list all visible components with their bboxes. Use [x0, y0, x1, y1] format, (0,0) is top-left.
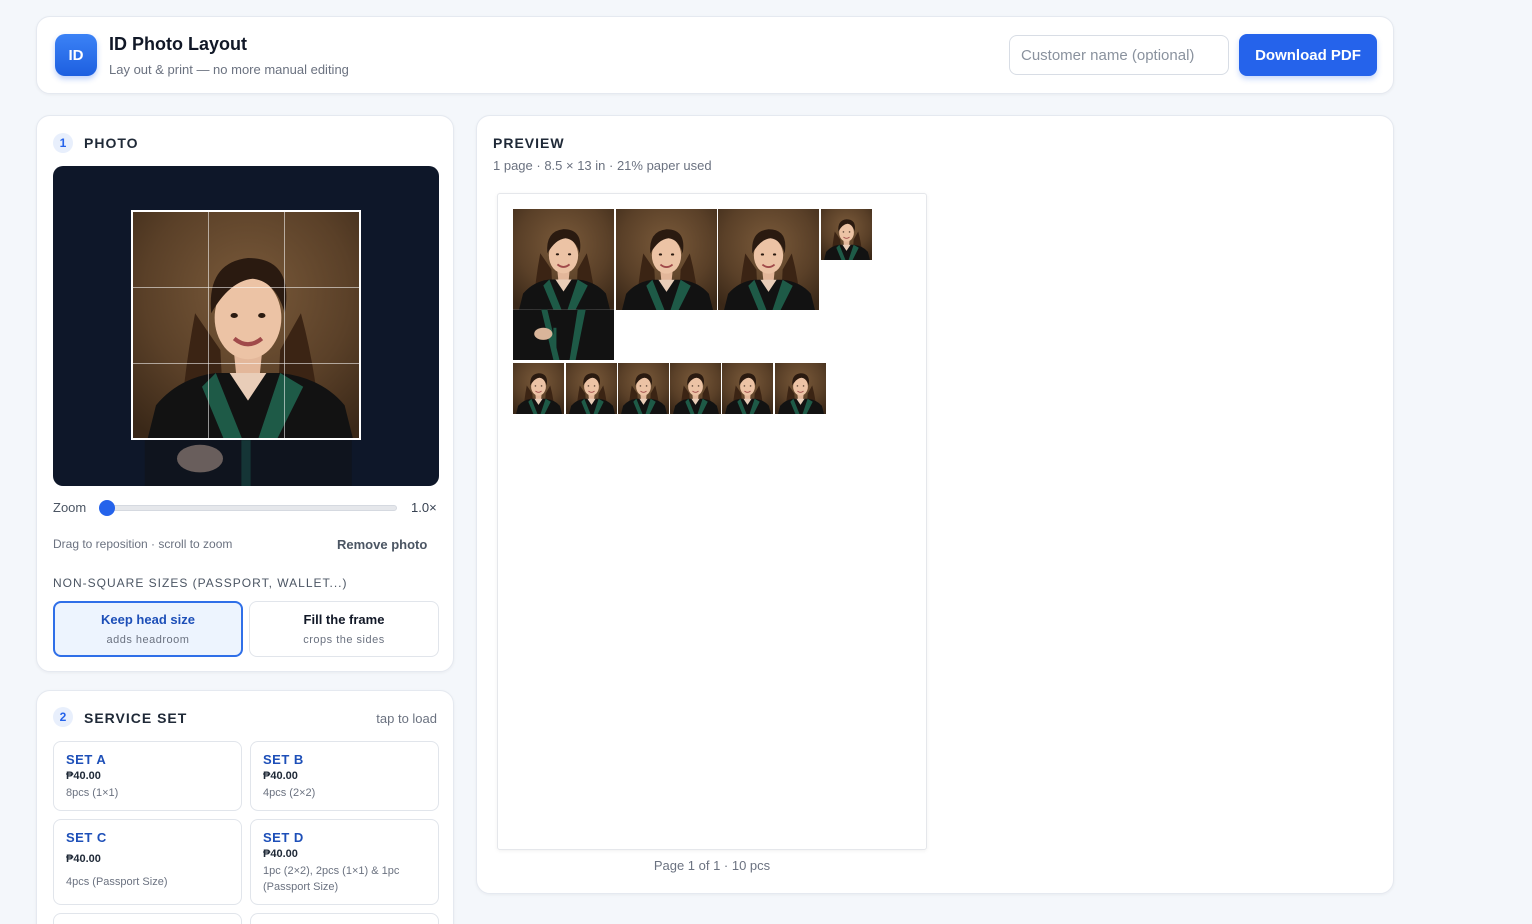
set-a-card[interactable]: SET A ₱40.00 8pcs (1×1) [53, 741, 242, 811]
section-number-badge: 1 [53, 133, 73, 153]
app-logo: ID [55, 34, 97, 76]
graduation-portrait-icon [133, 212, 359, 438]
photo-1x1 [722, 363, 773, 414]
option-subtitle: crops the sides [303, 634, 385, 646]
photo-editor-canvas[interactable] [53, 166, 439, 486]
photo-1x1 [513, 363, 564, 414]
set-c-card[interactable]: SET C ₱40.00 4pcs (Passport Size) [53, 819, 242, 905]
grid-line-vertical [208, 212, 209, 438]
app-subtitle: Lay out & print — no more manual editing [109, 62, 349, 77]
reposition-hint: Drag to reposition · scroll to zoom [53, 537, 233, 551]
set-description: 8pcs (1×1) [66, 787, 119, 799]
set-card[interactable] [250, 913, 439, 924]
crop-frame[interactable] [131, 210, 361, 440]
zoom-value: 1.0× [411, 500, 437, 515]
set-description: 4pcs (2×2) [263, 787, 316, 799]
photo-1x1 [821, 209, 872, 260]
photo-panel: 1 PHOTO Zoom 1.0× Drag to reposition · s… [36, 115, 454, 672]
tap-to-load-hint: tap to load [376, 711, 437, 726]
set-price: ₱40.00 [263, 770, 298, 782]
grid-line-horizontal [133, 287, 359, 288]
set-card[interactable] [53, 913, 242, 924]
customer-name-input[interactable] [1009, 35, 1229, 75]
photo-1x1 [618, 363, 669, 414]
preview-meta: 1 page · 8.5 × 13 in · 21% paper used [493, 158, 712, 173]
preview-title: PREVIEW [493, 135, 565, 151]
set-name: SET B [263, 752, 304, 767]
section-title: SERVICE SET [84, 710, 188, 726]
option-title: Fill the frame [303, 612, 385, 627]
keep-head-size-option[interactable]: Keep head size adds headroom [53, 601, 243, 657]
download-pdf-button[interactable]: Download PDF [1239, 34, 1377, 76]
page-caption: Page 1 of 1 · 10 pcs [653, 858, 771, 873]
set-description: 1pc (2×2), 2pcs (1×1) & 1pc (Passport Si… [263, 865, 400, 893]
section-number-badge: 2 [53, 707, 73, 727]
app-header: ID ID Photo Layout Lay out & print — no … [36, 16, 1394, 94]
set-name: SET A [66, 752, 107, 767]
zoom-slider-thumb[interactable] [99, 500, 115, 516]
set-price: ₱40.00 [263, 848, 298, 860]
nonsquare-heading: NON-SQUARE SIZES (PASSPORT, WALLET...) [53, 576, 348, 590]
preview-panel: PREVIEW 1 page · 8.5 × 13 in · 21% paper… [476, 115, 1394, 894]
app-title: ID Photo Layout [109, 34, 247, 54]
set-description: 4pcs (Passport Size) [66, 876, 168, 888]
photo-1x1 [670, 363, 721, 414]
option-title: Keep head size [101, 612, 195, 627]
set-price: ₱40.00 [66, 770, 101, 782]
set-price: ₱40.00 [66, 853, 101, 865]
zoom-label: Zoom [53, 500, 87, 515]
photo-1x1 [566, 363, 617, 414]
zoom-slider-track[interactable] [107, 505, 397, 511]
section-title: PHOTO [84, 135, 139, 151]
passport-photo [513, 209, 614, 360]
set-b-card[interactable]: SET B ₱40.00 4pcs (2×2) [250, 741, 439, 811]
set-name: SET D [263, 830, 304, 845]
remove-photo-button[interactable]: Remove photo [337, 537, 427, 552]
photo-1x1 [775, 363, 826, 414]
fill-frame-option[interactable]: Fill the frame crops the sides [249, 601, 439, 657]
grid-line-vertical [284, 212, 285, 438]
grid-line-horizontal [133, 363, 359, 364]
set-d-card[interactable]: SET D ₱40.00 1pc (2×2), 2pcs (1×1) & 1pc… [250, 819, 439, 905]
option-subtitle: adds headroom [106, 634, 190, 646]
set-name: SET C [66, 830, 107, 845]
paper-sheet [497, 193, 927, 850]
photo-2x2 [616, 209, 717, 310]
service-set-panel: 2 SERVICE SET tap to load SET A ₱40.00 8… [36, 690, 454, 924]
photo-2x2 [718, 209, 819, 310]
